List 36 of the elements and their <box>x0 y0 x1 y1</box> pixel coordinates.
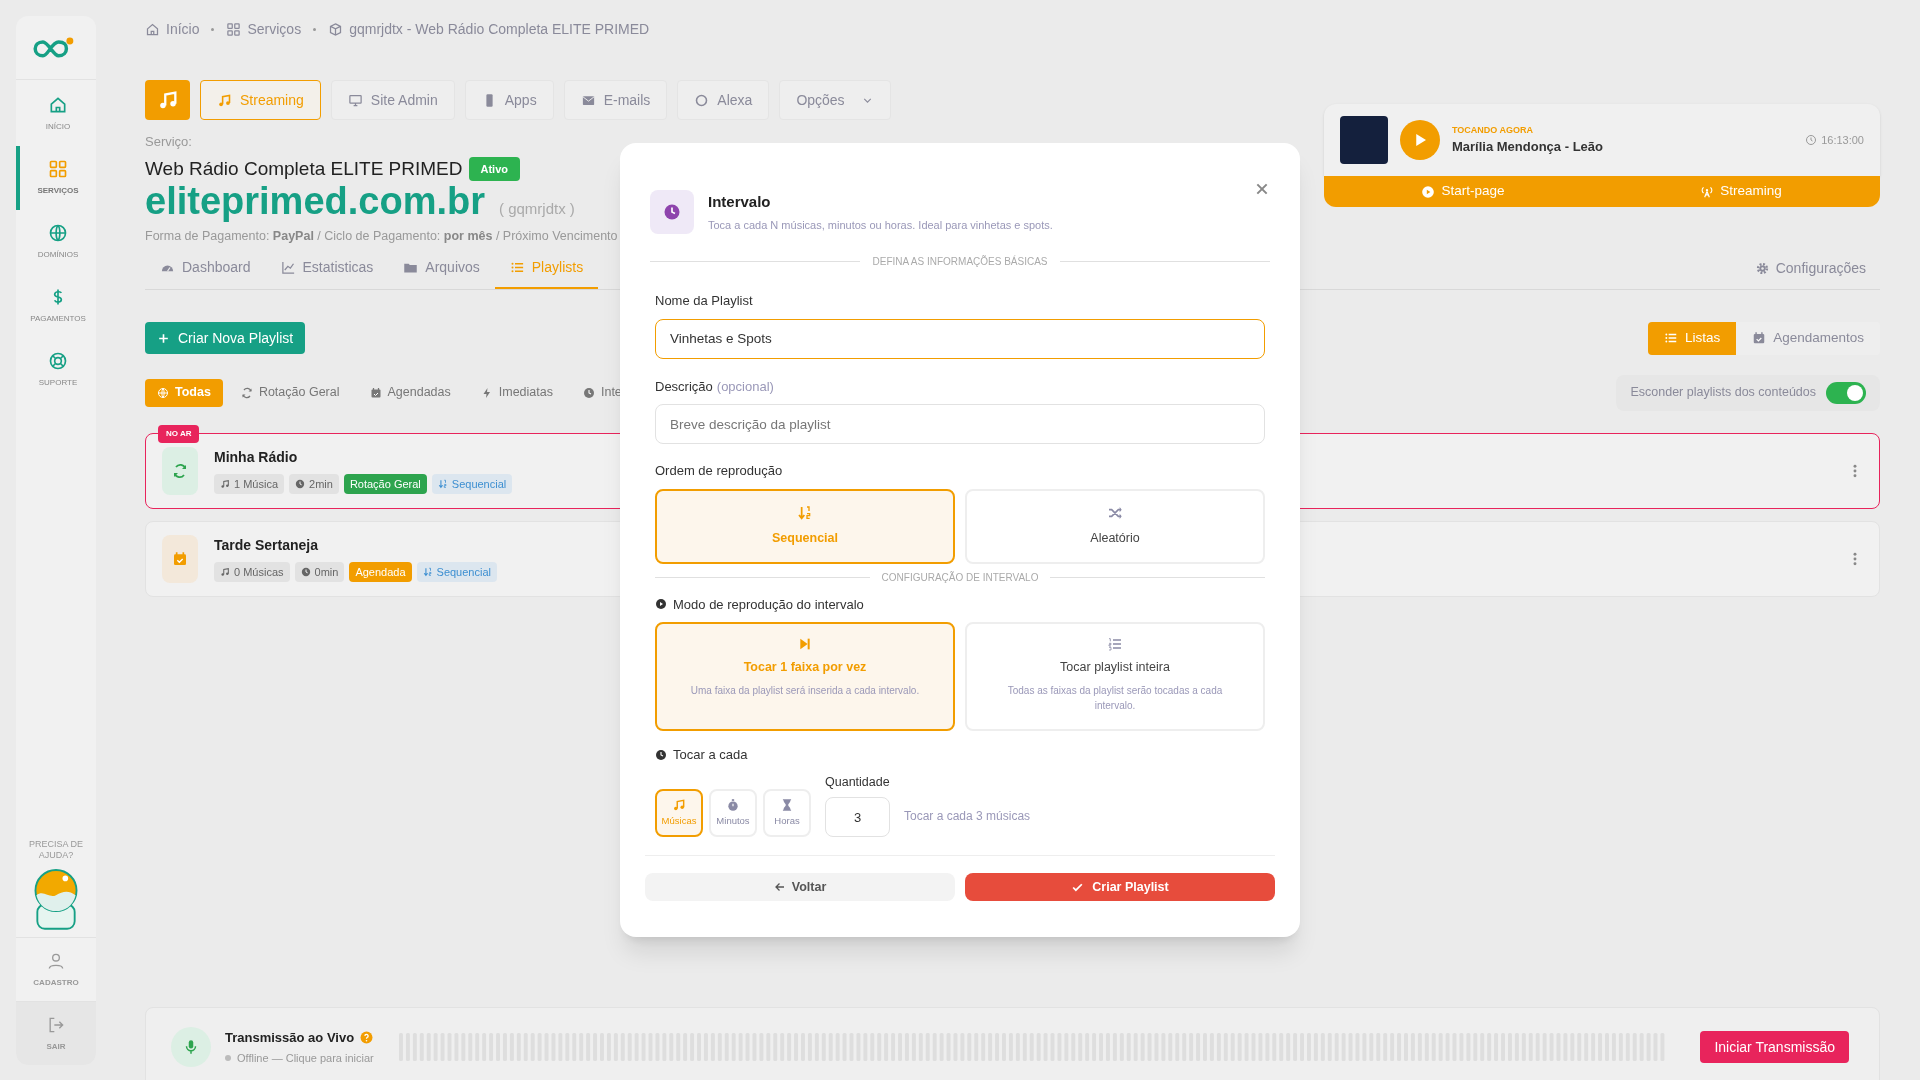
live-status: Offline — Clique para iniciar <box>237 1050 374 1066</box>
live-title: Transmissão ao Vivo <box>225 1029 355 1047</box>
service-label: Serviço: <box>145 133 193 151</box>
song-count-tag: 1 Música <box>214 474 285 495</box>
playlist-type-tag: Agendada <box>349 562 412 583</box>
payment-info: Forma de Pagamento: PayPal / Ciclo de Pagamento: por mês / Próximo Vencimento <box>145 228 619 245</box>
song-count-tag: 0 Músicas <box>214 562 290 583</box>
optional-hint: (opcional) <box>716 377 774 396</box>
playlist-name: Minha Rádio <box>214 448 298 468</box>
on-air-badge: NO AR <box>158 424 200 443</box>
toggle-label: Esconder playlists dos conteúdos <box>1630 384 1816 402</box>
field-label: Nome da Playlist <box>655 292 754 310</box>
modal-subtitle: Toca a cada N músicas, minutos ou horas. Ideal para vinhetas e spots. <box>708 218 1053 233</box>
order-tag: Sequencial <box>416 562 497 583</box>
now-playing-label: TOCANDO AGORA <box>1452 123 1534 137</box>
playlist-name: Tarde Sertaneja <box>214 536 318 556</box>
service-code: ( gqmrjdtx ) <box>499 199 575 219</box>
duration-tag: 0min <box>294 562 345 583</box>
field-label: Tocar a cada <box>673 746 748 764</box>
status-badge: Ativo <box>468 156 520 181</box>
domain-name: eliteprimed.com.br <box>145 179 485 223</box>
modal-title: Intervalo <box>708 191 772 212</box>
field-label: Descrição <box>655 377 713 396</box>
playlist-type-tag: Rotação Geral <box>343 474 427 495</box>
service-name: Web Rádio Completa ELITE PRIMED <box>145 156 463 181</box>
section-heading: CONFIGURAÇÃO DE INTERVALO <box>881 570 1039 585</box>
field-label: Quantidade <box>825 773 890 791</box>
duration-tag: 2min <box>289 474 339 495</box>
track-time: 16:13:00 <box>1821 132 1864 148</box>
help-text: PRECISA DE AJUDA? <box>28 839 84 861</box>
order-tag: Sequencial <box>431 474 513 495</box>
section-heading: DEFINA AS INFORMAÇÕES BÁSICAS <box>872 254 1048 269</box>
track-title: Marília Mendonça - Leão <box>1452 138 1604 156</box>
quantity-hint: Tocar a cada 3 músicas <box>904 808 1031 826</box>
field-label: Modo de reprodução do intervalo <box>673 595 864 614</box>
field-label: Ordem de reprodução <box>655 462 784 480</box>
